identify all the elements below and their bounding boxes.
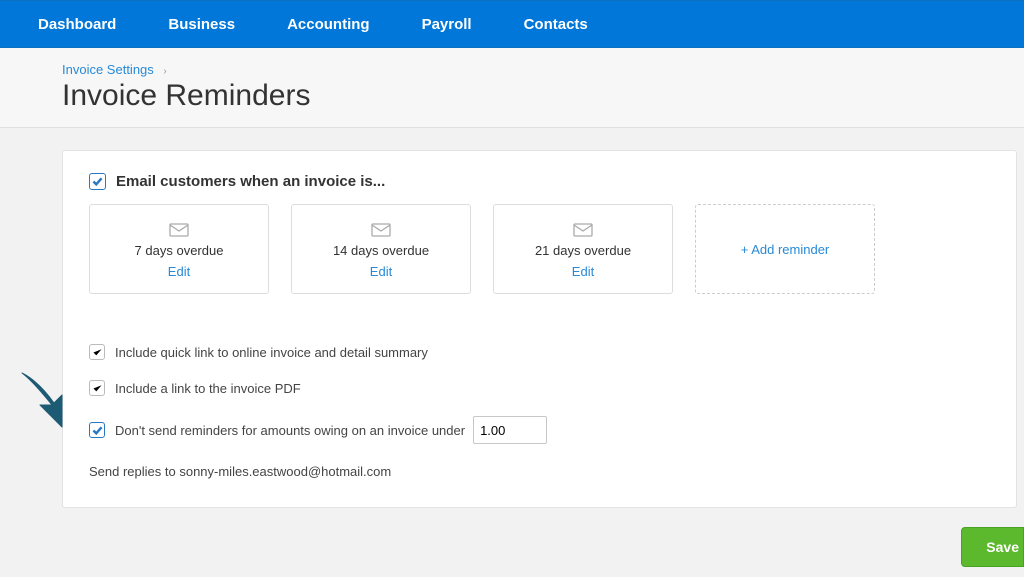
add-reminder-label: + Add reminder <box>741 242 830 257</box>
reminder-card-2: 14 days overdue Edit <box>291 204 471 294</box>
chevron-right-icon: › <box>163 66 166 77</box>
pdf-link-checkbox[interactable] <box>89 380 105 396</box>
mail-icon <box>371 223 391 237</box>
save-button[interactable]: Save <box>961 527 1024 567</box>
mail-icon <box>169 223 189 237</box>
reminder-days: 14 days overdue <box>333 243 429 258</box>
quick-link-label: Include quick link to online invoice and… <box>115 345 428 360</box>
reminder-edit-link[interactable]: Edit <box>572 264 594 279</box>
reminder-edit-link[interactable]: Edit <box>370 264 392 279</box>
reminder-card-1: 7 days overdue Edit <box>89 204 269 294</box>
save-label: Save <box>986 539 1019 555</box>
breadcrumb[interactable]: Invoice Settings › <box>62 62 1024 77</box>
arrow-pointer-icon <box>10 365 82 437</box>
breadcrumb-link[interactable]: Invoice Settings <box>62 62 154 77</box>
pdf-link-label: Include a link to the invoice PDF <box>115 381 301 396</box>
add-reminder-button[interactable]: + Add reminder <box>695 204 875 294</box>
nav-payroll[interactable]: Payroll <box>396 16 498 33</box>
reminder-days: 7 days overdue <box>135 243 224 258</box>
email-customers-checkbox[interactable] <box>89 173 106 190</box>
nav-business[interactable]: Business <box>142 16 261 33</box>
quick-link-checkbox[interactable] <box>89 344 105 360</box>
min-amount-input[interactable] <box>473 416 547 444</box>
reminder-edit-link[interactable]: Edit <box>168 264 190 279</box>
reminders-row: 7 days overdue Edit 14 days overdue Edit… <box>89 204 990 294</box>
option-pdf-link-row: Include a link to the invoice PDF <box>89 380 990 396</box>
min-amount-checkbox[interactable] <box>89 422 105 438</box>
reminder-days: 21 days overdue <box>535 243 631 258</box>
nav-contacts[interactable]: Contacts <box>498 16 614 33</box>
option-quick-link-row: Include quick link to online invoice and… <box>89 344 990 360</box>
page-title: Invoice Reminders <box>62 79 1024 113</box>
reply-to-line: Send replies to sonny-miles.eastwood@hot… <box>89 464 990 479</box>
reminder-card-3: 21 days overdue Edit <box>493 204 673 294</box>
email-customers-row: Email customers when an invoice is... <box>89 173 990 190</box>
min-amount-label: Don't send reminders for amounts owing o… <box>115 423 465 438</box>
top-nav: Dashboard Business Accounting Payroll Co… <box>0 0 1024 48</box>
content: Email customers when an invoice is... 7 … <box>0 128 1024 508</box>
email-customers-label: Email customers when an invoice is... <box>116 173 385 190</box>
nav-dashboard[interactable]: Dashboard <box>12 16 142 33</box>
page-header: Invoice Settings › Invoice Reminders <box>0 48 1024 128</box>
option-min-amount-row: Don't send reminders for amounts owing o… <box>89 416 990 444</box>
settings-card: Email customers when an invoice is... 7 … <box>62 150 1017 508</box>
nav-accounting[interactable]: Accounting <box>261 16 396 33</box>
mail-icon <box>573 223 593 237</box>
